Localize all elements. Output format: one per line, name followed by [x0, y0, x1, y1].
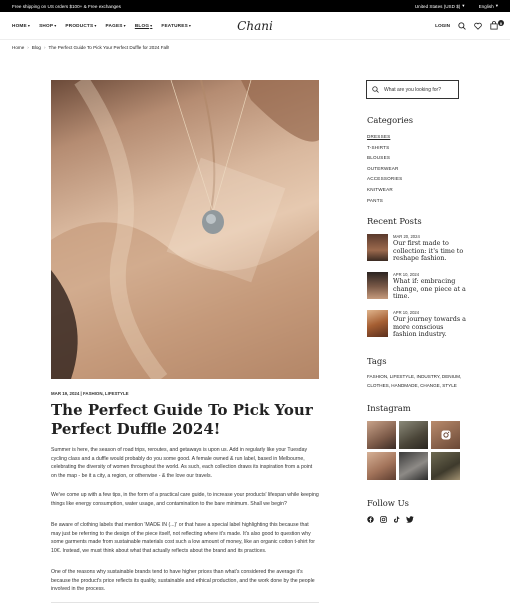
recent-posts-heading: Recent Posts — [367, 216, 422, 226]
announcement-text: Free shipping on US orders $100+ & Free … — [12, 3, 121, 9]
nav-item-features[interactable]: FEATURES ▾ — [161, 23, 191, 28]
category-link[interactable]: T-SHIRTS — [367, 143, 402, 154]
chevron-down-icon: ▾ — [150, 23, 153, 28]
bag-icon — [490, 21, 498, 30]
article-meta: MAR 19, 2024 | FASHION, LIFESTYLE — [51, 391, 129, 396]
breadcrumb-current: The Perfect Guide To Pick Your Perfect D… — [48, 45, 170, 50]
language-selector[interactable]: English ▾ — [479, 3, 498, 9]
chevron-down-icon: ▾ — [462, 3, 465, 8]
announcement-bar: Free shipping on US orders $100+ & Free … — [0, 0, 510, 12]
categories-heading: Categories — [367, 115, 414, 125]
category-link[interactable]: BLOUSES — [367, 153, 402, 164]
category-link[interactable]: ACCESSORIES — [367, 174, 402, 185]
tiktok-icon[interactable] — [393, 516, 400, 523]
recent-post[interactable]: MAR 20, 2024 Our first made to collectio… — [367, 234, 467, 263]
chevron-right-icon: › — [44, 45, 46, 50]
article-paragraph: We've come up with a few tips, in the fo… — [51, 492, 319, 507]
heart-icon[interactable] — [474, 22, 482, 30]
search-icon[interactable] — [458, 21, 466, 30]
category-link[interactable]: KNITWEAR — [367, 185, 402, 196]
chevron-down-icon: ▾ — [27, 23, 31, 28]
cart-button[interactable]: 0 — [490, 20, 504, 30]
chevron-down-icon: ▾ — [495, 3, 498, 8]
nav-item-blog[interactable]: BLOG ▾ — [135, 23, 153, 28]
instagram-photo[interactable] — [399, 421, 428, 449]
chevron-down-icon: ▾ — [123, 23, 126, 28]
login-link[interactable]: LOGIN — [435, 23, 450, 28]
post-thumbnail[interactable] — [367, 310, 388, 337]
search-input[interactable]: What are you looking for? — [384, 87, 441, 93]
categories-list: DRESSES T-SHIRTS BLOUSES OUTERWEAR ACCES… — [367, 132, 402, 206]
social-links — [367, 516, 414, 523]
instagram-grid — [367, 421, 460, 480]
tags-list[interactable]: FASHION, LIFESTYLE, INDUSTRY, DENIUM, CL… — [367, 373, 462, 390]
main-nav: HOME ▾ SHOP ▾ PRODUCTS ▾ PAGES ▾ BLOG ▾ FEATU… — [12, 23, 191, 28]
instagram-photo[interactable] — [399, 452, 428, 480]
post-title[interactable]: What if: embracing change, one piece at … — [393, 277, 467, 301]
instagram-photo[interactable] — [431, 452, 460, 480]
instagram-heading: Instagram — [367, 403, 411, 413]
sidebar-search[interactable]: What are you looking for? — [366, 80, 459, 99]
search-icon — [372, 86, 379, 93]
article-title: The Perfect Guide To Pick Your Perfect D… — [51, 401, 313, 438]
facebook-icon[interactable] — [367, 516, 374, 523]
article-paragraph: Be aware of clothing labels that mention… — [51, 522, 316, 554]
chevron-down-icon: ▾ — [94, 23, 97, 28]
recent-post[interactable]: APR 10, 2024 Our journey towards a more … — [367, 310, 467, 339]
tags-heading: Tags — [367, 356, 387, 366]
instagram-icon[interactable] — [380, 516, 387, 523]
article-paragraph: One of the reasons why sustainable brand… — [51, 569, 315, 593]
breadcrumb-home[interactable]: Home — [12, 45, 24, 50]
category-link[interactable]: OUTERWEAR — [367, 164, 402, 175]
twitter-icon[interactable] — [406, 516, 414, 523]
post-thumbnail[interactable] — [367, 234, 388, 261]
recent-post[interactable]: APR 10, 2024 What if: embracing change, … — [367, 272, 467, 301]
nav-item-shop[interactable]: SHOP ▾ — [39, 23, 56, 28]
category-link[interactable]: DRESSES — [367, 132, 402, 143]
chevron-right-icon: › — [27, 45, 29, 50]
follow-us-heading: Follow Us — [367, 498, 409, 508]
nav-item-pages[interactable]: PAGES ▾ — [106, 23, 126, 28]
post-title[interactable]: Our first made to collection: it's time … — [393, 239, 467, 263]
post-title[interactable]: Our journey towards a more conscious fas… — [393, 315, 467, 339]
cart-count-badge: 0 — [498, 20, 504, 26]
instagram-photo[interactable] — [367, 452, 396, 480]
chevron-down-icon: ▾ — [54, 23, 57, 28]
site-header: HOME ▾ SHOP ▾ PRODUCTS ▾ PAGES ▾ BLOG ▾ FEATU… — [0, 12, 510, 40]
instagram-icon — [441, 430, 450, 440]
instagram-photo[interactable] — [431, 421, 460, 449]
breadcrumb: Home › Blog › The Perfect Guide To Pick … — [12, 45, 169, 50]
nav-item-products[interactable]: PRODUCTS ▾ — [65, 23, 96, 28]
article-hero-image — [51, 80, 319, 379]
instagram-photo[interactable] — [367, 421, 396, 449]
region-selector[interactable]: United States (USD $) ▾ — [415, 3, 465, 9]
breadcrumb-blog[interactable]: Blog — [32, 45, 41, 50]
category-link[interactable]: PANTS — [367, 196, 402, 207]
divider — [51, 602, 319, 603]
article-paragraph: Summer is here, the season of road trips… — [51, 447, 313, 479]
post-thumbnail[interactable] — [367, 272, 388, 299]
nav-item-home[interactable]: HOME ▾ — [12, 23, 30, 28]
chevron-down-icon: ▾ — [188, 23, 192, 28]
